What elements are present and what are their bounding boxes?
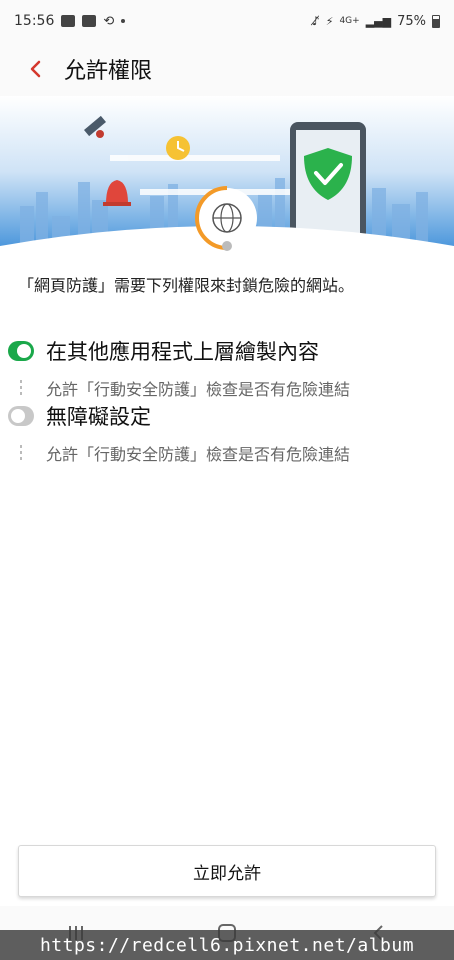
chevron-left-icon bbox=[30, 60, 41, 78]
permission-desc: 允許「行動安全防護」檢查是否有危險連結 bbox=[46, 380, 351, 399]
permission-item-overlay[interactable]: 在其他應用程式上層繪製內容 允許「行動安全防護」檢查是否有危險連結 bbox=[8, 336, 438, 400]
permission-sub: 允許「行動安全防護」檢查是否有危險連結 bbox=[8, 376, 438, 400]
allow-now-button[interactable]: 立即允許 bbox=[18, 845, 436, 897]
hero-illustration bbox=[0, 96, 454, 264]
permission-description: 「網頁防護」需要下列權限來封鎖危險的網站。 bbox=[18, 276, 355, 295]
clock-icon bbox=[166, 136, 190, 160]
mute-icon: ♪̸ bbox=[312, 14, 320, 28]
permission-row: 在其他應用程式上層繪製內容 bbox=[8, 336, 438, 366]
dotted-line-icon bbox=[8, 441, 34, 460]
status-bar: 15:56 ⟲ ♪̸ ⚡ 4G+ ▂▄▆ 75% bbox=[0, 0, 454, 42]
dotted-line-icon bbox=[8, 376, 34, 395]
battery-icon bbox=[432, 14, 440, 28]
status-left: 15:56 ⟲ bbox=[14, 13, 126, 29]
permission-title: 無障礙設定 bbox=[46, 405, 151, 429]
permission-item-accessibility[interactable]: 無障礙設定 允許「行動安全防護」檢查是否有危險連結 bbox=[8, 401, 438, 465]
gallery-icon bbox=[82, 15, 97, 27]
accessibility-toggle[interactable] bbox=[8, 406, 34, 426]
page-title: 允許權限 bbox=[64, 59, 153, 84]
battery-percent: 75% bbox=[397, 13, 426, 29]
status-time: 15:56 bbox=[14, 13, 55, 29]
wifi-icon: ⚡ bbox=[325, 14, 334, 28]
toggle-knob bbox=[11, 409, 25, 423]
permission-sub: 允許「行動安全防護」檢查是否有危險連結 bbox=[8, 441, 438, 465]
permission-title: 在其他應用程式上層繪製內容 bbox=[46, 340, 319, 364]
status-right: ♪̸ ⚡ 4G+ ▂▄▆ 75% bbox=[312, 14, 440, 29]
watermark-text: https://redcell6.pixnet.net/album bbox=[0, 930, 454, 960]
back-button[interactable] bbox=[12, 45, 60, 93]
sync-icon: ⟲ bbox=[103, 13, 115, 29]
dot-icon bbox=[121, 19, 126, 23]
permission-row: 無障礙設定 bbox=[8, 401, 438, 431]
signal-icon: ▂▄▆ bbox=[365, 14, 392, 28]
network-type: 4G+ bbox=[339, 16, 360, 26]
toggle-knob bbox=[17, 344, 31, 358]
overlay-toggle[interactable] bbox=[8, 341, 34, 361]
permission-desc: 允許「行動安全防護」檢查是否有危險連結 bbox=[46, 445, 351, 464]
mail-icon bbox=[61, 15, 76, 27]
app-bar: 允許權限 bbox=[0, 42, 454, 96]
